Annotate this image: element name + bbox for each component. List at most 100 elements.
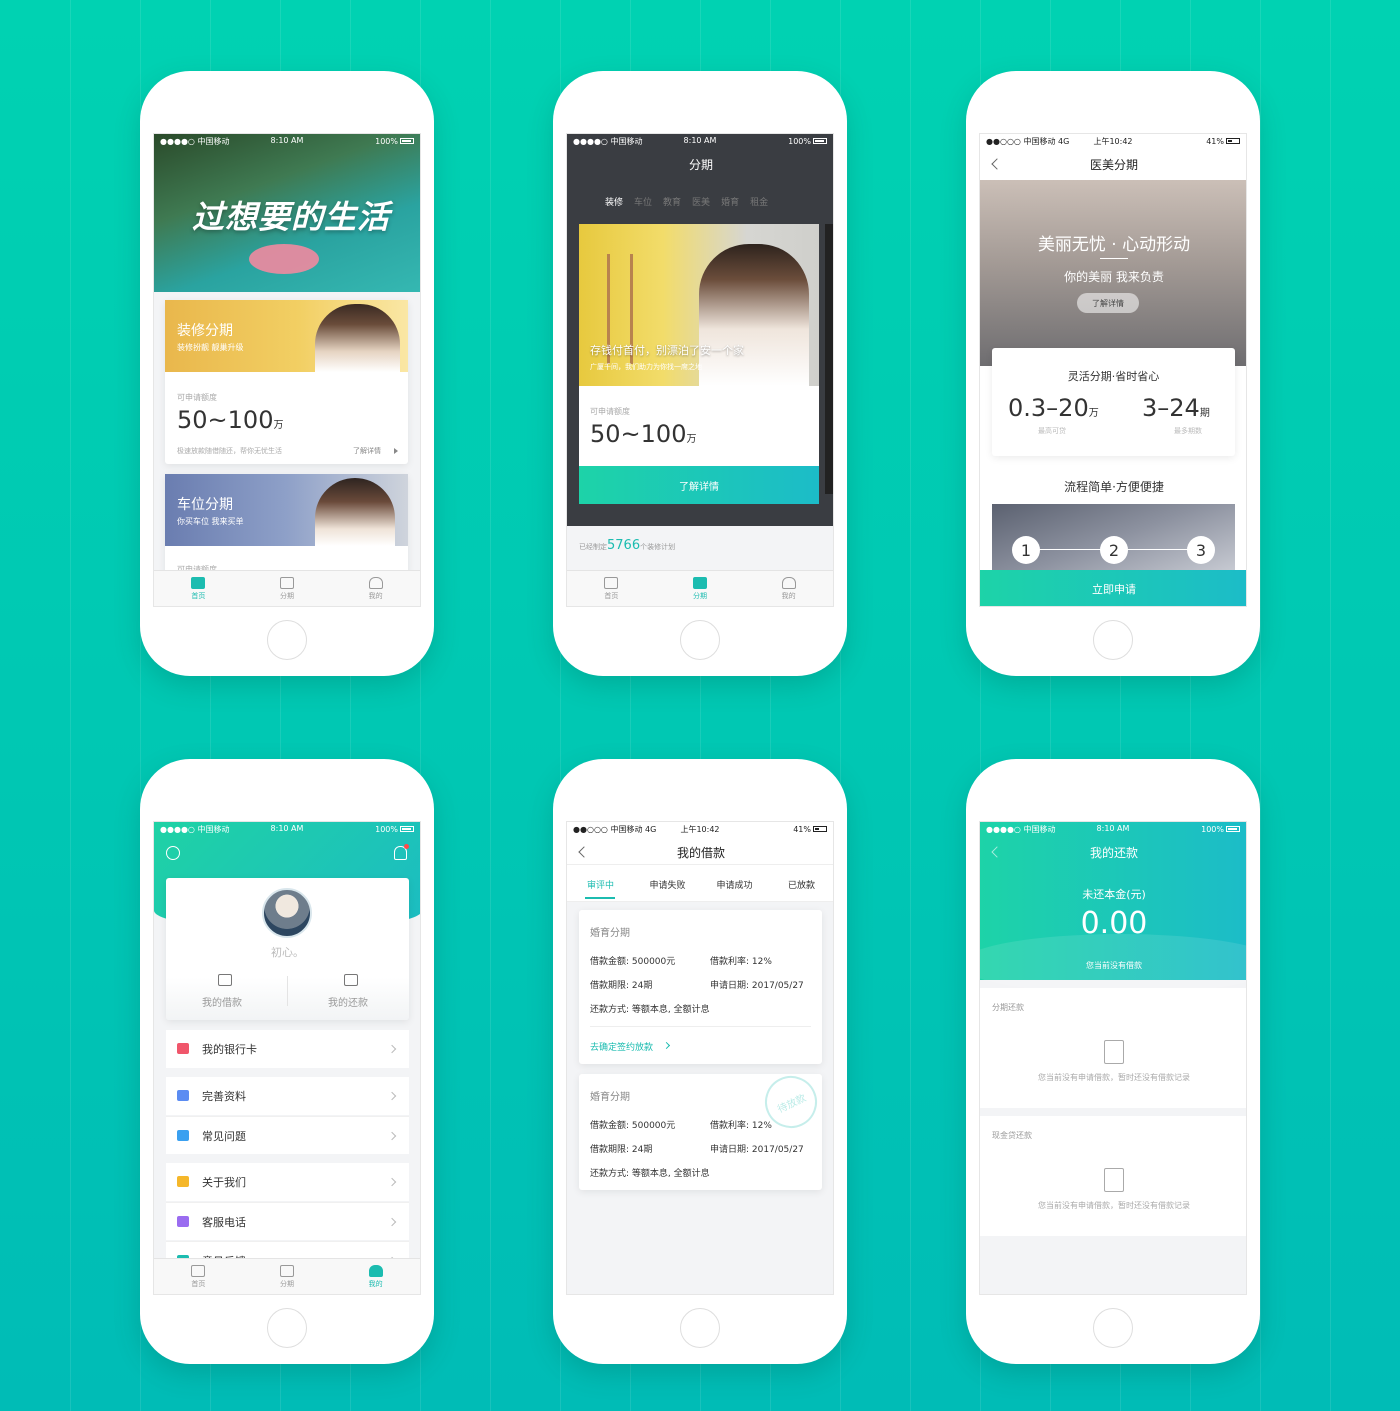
tab-marriage[interactable]: 婚育	[721, 195, 739, 208]
status-bar: ●●●●○ 中国移动 8:10 AM 100%	[154, 822, 420, 836]
loan-date: 申请日期: 2017/05/27	[710, 1145, 804, 1155]
tab-education[interactable]: 教育	[663, 195, 681, 208]
amount-range-label: 最高可贷	[1038, 427, 1066, 435]
page-title: 我的借款	[676, 846, 725, 860]
tab-indicator	[585, 897, 615, 899]
tab-reviewing[interactable]: 审评中	[567, 878, 634, 891]
amount-range: 0.3–20	[1008, 394, 1089, 422]
amount-unit: 万	[686, 434, 697, 445]
sign-contract-link[interactable]: 去确定签约放款	[590, 1040, 653, 1053]
status-bar: ●●●●○ 中国移动 8:10 AM 100%	[980, 822, 1246, 836]
loan-method: 还款方式: 等额本息, 全额计息	[590, 1005, 710, 1015]
tab-home-label: 首页	[604, 591, 619, 600]
tab-installment-label: 分期	[280, 591, 294, 600]
menu-bank-card[interactable]: 我的银行卡	[166, 1030, 409, 1068]
menu-customer-service-label: 客服电话	[202, 1215, 246, 1229]
home-icon	[191, 576, 206, 589]
tab-disbursed[interactable]: 已放款	[768, 878, 833, 891]
tab-home[interactable]: 首页	[567, 571, 656, 606]
phone-medical-beauty: ●●○○○ 中国移动 4G 上午10:42 41% 医美分期 美丽无忧 · 心动…	[966, 71, 1260, 676]
tab-installment[interactable]: 分期	[656, 571, 745, 606]
hero-slogan: 过想要的生活	[192, 198, 391, 236]
tab-renovation[interactable]: 装修	[605, 195, 623, 208]
tab-bar: 首页 分期 我的	[567, 570, 833, 606]
phone-profile: ●●●●○ 中国移动 8:10 AM 100% 初心。 我的借款 我的还款 我的…	[140, 759, 434, 1364]
learn-more-button[interactable]: 了解详情	[579, 466, 819, 504]
apply-now-button[interactable]: 立即申请	[980, 570, 1246, 606]
battery-level: 100%	[1201, 824, 1224, 834]
my-loans-screen: ●●○○○ 中国移动 4G 上午10:42 41% 我的借款 审评中 申请失败 …	[566, 821, 834, 1295]
battery-level: 100%	[788, 136, 811, 146]
amount-value: 50~100	[177, 406, 274, 434]
menu-complete-profile[interactable]: 完善资料	[166, 1077, 409, 1115]
home-button[interactable]	[1093, 620, 1133, 660]
loan-card[interactable]: 婚育分期 借款金额: 500000元 借款利率: 12% 借款期限: 24期 申…	[579, 910, 822, 1064]
terms-card-title: 灵活分期·省时省心	[1067, 370, 1160, 383]
menu-faq[interactable]: 常见问题	[166, 1116, 409, 1154]
product-card[interactable]: 存钱付首付，别漂泊了安一个家 广厦千间，我们助力为你找一席之地 可申请额度 50…	[579, 224, 819, 504]
tab-installment[interactable]: 分期	[243, 571, 332, 606]
wallet-icon	[280, 576, 294, 589]
hero-divider	[1100, 258, 1128, 259]
section-title: 分期还款	[992, 1003, 1024, 1012]
couple-image	[699, 244, 809, 386]
renovation-subtitle: 装修扮靓 靓巢升级	[177, 343, 244, 352]
phone-installment: ●●●●○ 中国移动 8:10 AM 100% 分期 装修 车位 教育 医美 婚…	[553, 71, 847, 676]
hero-learn-more-label: 了解详情	[1092, 298, 1124, 308]
home-button[interactable]	[680, 620, 720, 660]
menu-about-us[interactable]: 关于我们	[166, 1163, 409, 1201]
chat-icon	[177, 1130, 189, 1141]
hero-banner[interactable]: 过想要的生活	[154, 134, 420, 292]
renovation-card[interactable]: 装修分期 装修扮靓 靓巢升级 可申请额度 50~100万 极速放款随借随还，帮你…	[165, 300, 408, 464]
carrier: ●●●●○ 中国移动	[986, 824, 1056, 834]
home-button[interactable]	[267, 620, 307, 660]
tab-mine[interactable]: 我的	[744, 571, 833, 606]
tab-approved[interactable]: 申请成功	[701, 878, 768, 891]
parking-card[interactable]: 车位分期 你买车位 我来买单 可申请额度	[165, 474, 408, 574]
medical-beauty-screen: ●●○○○ 中国移动 4G 上午10:42 41% 医美分期 美丽无忧 · 心动…	[979, 133, 1247, 607]
menu-customer-service[interactable]: 客服电话	[166, 1202, 409, 1240]
tab-parking[interactable]: 车位	[634, 195, 652, 208]
phone-my-loans: ●●○○○ 中国移动 4G 上午10:42 41% 我的借款 审评中 申请失败 …	[553, 759, 847, 1364]
parking-subtitle: 你买车位 我来买单	[177, 517, 244, 526]
home-button[interactable]	[1093, 1308, 1133, 1348]
settings-icon[interactable]	[166, 846, 180, 860]
tab-rent[interactable]: 租金	[750, 195, 768, 208]
loan-type: 婚育分期	[590, 1092, 630, 1103]
tab-mine[interactable]: 我的	[331, 571, 420, 606]
hero-learn-more-button[interactable]: 了解详情	[1077, 293, 1139, 313]
tab-home[interactable]: 首页	[154, 571, 243, 606]
profile-icon	[177, 1090, 189, 1101]
my-loan-link[interactable]: 我的借款	[202, 994, 242, 1009]
hero-subtitle: 你的美丽 我来负责	[1064, 270, 1164, 284]
loan-card[interactable]: 待放款 婚育分期 借款金额: 500000元 借款利率: 12% 借款期限: 2…	[579, 1067, 826, 1190]
learn-more-link[interactable]: 了解详情	[353, 446, 381, 456]
tab-home[interactable]: 首页	[154, 1259, 243, 1294]
carrier: ●●●●○ 中国移动	[573, 136, 643, 146]
home-screen: ●●●●○ 中国移动 8:10 AM 100% 过想要的生活 装修分期 装修扮靓…	[153, 133, 421, 607]
empty-state-text: 您当前没有申请借款，暂时还没有借款记录	[1038, 1201, 1190, 1210]
home-button[interactable]	[680, 1308, 720, 1348]
tab-mine-label: 我的	[368, 591, 383, 600]
learn-more-label: 了解详情	[679, 481, 719, 493]
tab-medical-beauty[interactable]: 医美	[692, 195, 710, 208]
cash-loan-repay-section: 现金贷还款 您当前没有申请借款，暂时还没有借款记录	[980, 1116, 1246, 1236]
no-loan-text: 您当前没有借款	[1086, 961, 1142, 970]
home-button[interactable]	[267, 1308, 307, 1348]
document-icon	[1104, 1040, 1124, 1064]
tab-mine[interactable]: 我的	[331, 1259, 420, 1294]
avatar[interactable]	[262, 888, 312, 938]
chevron-right-icon	[387, 1177, 397, 1187]
tab-failed[interactable]: 申请失败	[634, 878, 701, 891]
hero-float-decor	[249, 244, 319, 274]
plan-count-suffix: 个装修计划	[640, 543, 676, 551]
battery-level: 41%	[1206, 136, 1224, 146]
category-tabs: 装修 车位 教育 医美 婚育 租金	[605, 195, 768, 208]
my-repay-link[interactable]: 我的还款	[328, 994, 368, 1009]
tab-installment[interactable]: 分期	[243, 1259, 332, 1294]
tab-mine-label: 我的	[781, 591, 796, 600]
section-title: 现金贷还款	[992, 1131, 1032, 1140]
loan-amount: 借款金额: 500000元	[590, 957, 676, 967]
loan-date: 申请日期: 2017/05/27	[710, 981, 804, 991]
battery-icon	[813, 138, 827, 144]
